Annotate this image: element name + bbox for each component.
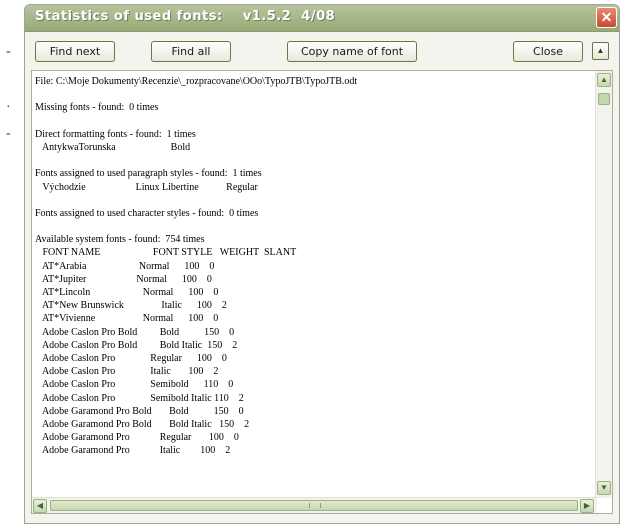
text-line: Adobe Caslon Pro Bold Bold 150 0 — [35, 326, 235, 338]
text-line: Fonts assigned to used paragraph styles … — [35, 168, 262, 180]
background-document-edge: - · - — [0, 0, 24, 528]
text-line: AT*Lincoln Normal 100 0 — [35, 287, 219, 298]
text-line: Adobe Caslon Pro Semibold 110 0 — [35, 379, 234, 391]
text-line — [35, 220, 595, 233]
scroll-left-button[interactable]: ◀ — [33, 499, 47, 513]
statistics-text: File: C:\Moje Dokumenty\Recenzie\_rozpra… — [35, 75, 595, 497]
text-line — [35, 194, 595, 207]
horizontal-scroll-thumb[interactable] — [50, 500, 578, 511]
scroll-down-button[interactable]: ▼ — [597, 481, 611, 495]
background-mark: - — [6, 126, 11, 141]
text-line: Adobe Garamond Pro Bold Bold 150 0 — [35, 405, 244, 417]
horizontal-scrollbar[interactable]: ◀ ▶ — [32, 497, 597, 513]
close-button[interactable]: Close — [513, 41, 583, 62]
font-statistics-dialog: Statistics of used fonts: v1.5.2 4/08 ✕ … — [24, 4, 620, 524]
text-line: Adobe Garamond Pro Bold Bold Italic 150 … — [35, 418, 250, 430]
scroll-left-icon: ◀ — [36, 501, 44, 510]
text-line: Adobe Garamond Pro Regular 100 0 — [35, 432, 239, 444]
vertical-scroll-thumb[interactable] — [598, 93, 610, 105]
text-line: Direct formatting fonts - found: 1 times — [35, 128, 196, 140]
text-line: File: C:\Moje Dokumenty\Recenzie\_rozpra… — [35, 76, 358, 87]
text-line: AT*Jupiter Normal 100 0 — [35, 273, 212, 285]
title-bar[interactable]: Statistics of used fonts: v1.5.2 4/08 ✕ — [25, 5, 619, 32]
vertical-scrollbar[interactable]: ▲ ▼ — [595, 71, 612, 498]
text-line: Adobe Caslon Pro Bold Bold Italic 150 2 — [35, 339, 238, 351]
pin-button[interactable]: ▲ — [592, 42, 609, 60]
up-arrow-icon: ▲ — [596, 46, 605, 55]
background-mark: - — [6, 44, 11, 59]
scroll-down-icon: ▼ — [600, 483, 608, 492]
text-line: AntykwaTorunska Bold — [35, 141, 191, 153]
find-all-button[interactable]: Find all — [151, 41, 231, 62]
text-line: Available system fonts - found: 754 time… — [35, 234, 205, 246]
window-title: Statistics of used fonts: v1.5.2 4/08 — [35, 9, 336, 24]
text-line: Adobe Caslon Pro Semibold Italic 110 2 — [35, 392, 244, 404]
find-next-button[interactable]: Find next — [35, 41, 115, 62]
text-line: FONT NAME FONT STYLE WEIGHT SLANT — [35, 247, 297, 259]
close-window-button[interactable]: ✕ — [596, 7, 617, 28]
text-line: AT*New Brunswick Italic 100 2 — [35, 300, 227, 312]
text-line: AT*Vivienne Normal 100 0 — [35, 313, 219, 325]
text-line: AT*Arabia Normal 100 0 — [35, 260, 215, 272]
scroll-up-icon: ▲ — [600, 75, 608, 84]
text-line — [35, 115, 595, 128]
text-line: Adobe Garamond Pro Italic 100 2 — [35, 445, 231, 457]
text-line: Východzie Linux Libertine Regular — [35, 181, 258, 193]
text-line — [35, 154, 595, 167]
text-line: Adobe Caslon Pro Regular 100 0 — [35, 352, 227, 364]
text-line — [35, 88, 595, 101]
copy-font-name-button[interactable]: Copy name of font — [287, 41, 417, 62]
statistics-text-area[interactable]: File: C:\Moje Dokumenty\Recenzie\_rozpra… — [31, 70, 613, 514]
grip-icon — [309, 503, 321, 508]
scroll-up-button[interactable]: ▲ — [597, 73, 611, 87]
scroll-right-icon: ▶ — [583, 501, 591, 510]
scroll-right-button[interactable]: ▶ — [580, 499, 594, 513]
text-line: Missing fonts - found: 0 times — [35, 102, 159, 114]
background-mark: · — [6, 100, 11, 115]
text-line: Adobe Caslon Pro Italic 100 2 — [35, 366, 219, 378]
toolbar: Find next Find all Copy name of font Clo… — [25, 41, 619, 65]
text-line: Fonts assigned to used character styles … — [35, 207, 259, 219]
close-icon: ✕ — [600, 9, 613, 25]
